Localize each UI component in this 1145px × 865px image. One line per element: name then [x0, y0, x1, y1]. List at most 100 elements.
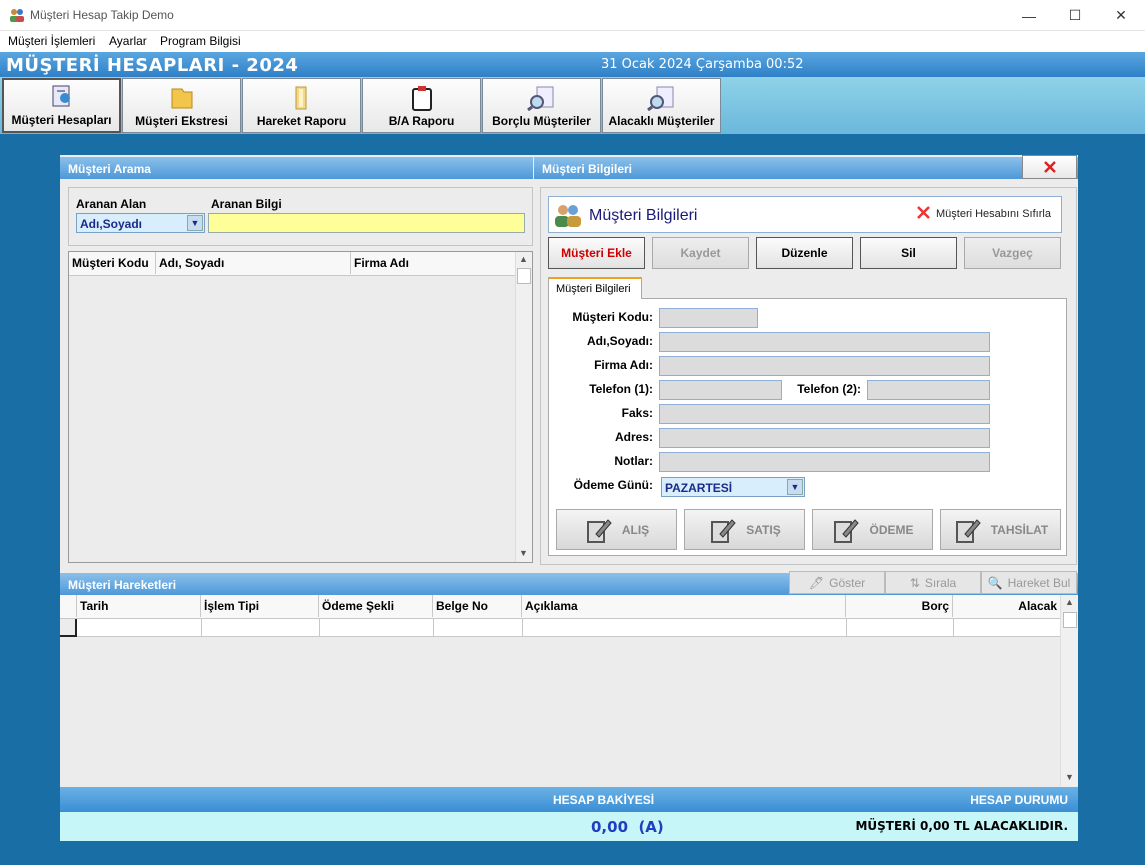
customer-accounts-icon — [52, 85, 70, 107]
title-bar: Müşteri Hesap Takip Demo — ☐ ✕ — [0, 0, 1145, 31]
sort-label: Sırala — [924, 575, 957, 590]
col-debt[interactable]: Borç — [846, 595, 953, 617]
scrollbar-thumb[interactable] — [1063, 612, 1077, 628]
customer-list[interactable]: Müşteri Kodu Adı, Soyadı Firma Adı ▲ ▼ — [68, 251, 533, 563]
close-panel-button[interactable] — [1022, 155, 1077, 179]
fax-field[interactable] — [659, 404, 990, 424]
pencil-note-icon — [834, 518, 860, 543]
balance-header: HESAP BAKİYESİ HESAP DURUMU — [60, 787, 1078, 812]
menu-customer-operations[interactable]: Müşteri İşlemleri — [8, 34, 95, 48]
balance-value: 0,00 (A) — [591, 818, 664, 836]
customers-icon — [555, 205, 581, 227]
search-document-icon — [526, 86, 553, 111]
movements-scrollbar[interactable]: ▲ ▼ — [1060, 595, 1078, 786]
folder-icon — [171, 88, 192, 109]
name-field[interactable] — [659, 332, 990, 352]
search-field-select[interactable]: Adı,Soyadı ▼ — [76, 213, 205, 233]
notes-label: Notlar: — [614, 454, 653, 468]
balance-row: 0,00 (A) MÜŞTERİ 0,00 TL ALACAKLIDIR. — [60, 812, 1078, 841]
customer-list-header: Müşteri Kodu Adı, Soyadı Firma Adı — [69, 252, 515, 276]
collection-label: TAHSİLAT — [990, 522, 1049, 537]
find-movement-button[interactable]: 🔍 Hareket Bul — [981, 571, 1077, 594]
fax-label: Faks: — [621, 406, 653, 420]
minimize-button[interactable]: — — [1006, 0, 1052, 31]
pencil-note-icon — [711, 518, 736, 543]
show-button[interactable]: 🖊 Göster — [789, 571, 885, 594]
col-company[interactable]: Firma Adı — [351, 252, 515, 274]
customer-list-scrollbar[interactable]: ▲ ▼ — [515, 252, 532, 562]
save-button[interactable]: Kaydet — [652, 237, 749, 269]
chevron-down-icon[interactable]: ▼ — [787, 479, 803, 495]
search-info-input[interactable] — [208, 213, 525, 233]
chevron-up-icon[interactable]: ▲ — [1065, 597, 1074, 607]
payment-button[interactable]: ÖDEME — [812, 509, 933, 550]
col-transaction-type[interactable]: İşlem Tipi — [201, 595, 319, 617]
payday-select[interactable]: PAZARTESİ ▼ — [661, 477, 805, 497]
payday-value: PAZARTESİ — [665, 481, 733, 495]
movements-table[interactable]: Tarih İşlem Tipi Ödeme Şekli Belge No Aç… — [60, 595, 1078, 786]
customer-accounts-button[interactable]: Müşteri Hesapları — [2, 78, 121, 133]
debtor-customers-label: Borçlu Müşteriler — [492, 114, 591, 128]
customer-code-field[interactable] — [659, 308, 758, 328]
movement-report-button[interactable]: Hareket Raporu — [242, 78, 361, 133]
reset-x-icon[interactable] — [917, 206, 930, 219]
col-name[interactable]: Adı, Soyadı — [156, 252, 351, 274]
add-customer-button[interactable]: Müşteri Ekle — [548, 237, 645, 269]
notes-field[interactable] — [659, 452, 990, 472]
close-icon: ✕ — [1115, 7, 1127, 23]
payment-label: ÖDEME — [869, 522, 914, 537]
search-field-label: Aranan Alan — [76, 197, 147, 211]
movements-table-header: Tarih İşlem Tipi Ödeme Şekli Belge No Aç… — [60, 595, 1060, 619]
app-header-title: MÜŞTERİ HESAPLARI - 2024 — [6, 55, 299, 76]
col-payment-method[interactable]: Ödeme Şekli — [319, 595, 433, 617]
close-window-button[interactable]: ✕ — [1098, 0, 1144, 31]
pencil-note-icon — [955, 518, 981, 543]
pencil-note-icon — [586, 518, 612, 543]
maximize-button[interactable]: ☐ — [1052, 0, 1098, 31]
col-credit[interactable]: Alacak — [953, 595, 1060, 617]
menu-program-info[interactable]: Program Bilgisi — [160, 34, 241, 48]
ba-report-button[interactable]: B/A Raporu — [362, 78, 481, 133]
col-date[interactable]: Tarih — [77, 595, 201, 617]
col-description[interactable]: Açıklama — [522, 595, 846, 617]
purchase-button[interactable]: ALIŞ — [556, 509, 677, 550]
col-document-no[interactable]: Belge No — [433, 595, 522, 617]
address-label: Adres: — [614, 430, 653, 444]
cancel-button[interactable]: Vazgeç — [964, 237, 1061, 269]
scrollbar-thumb[interactable] — [517, 268, 531, 284]
find-movement-label: Hareket Bul — [1007, 575, 1071, 590]
reset-account-link[interactable]: Müşteri Hesabını Sıfırla — [936, 208, 1051, 220]
phone1-field[interactable] — [659, 380, 782, 400]
chevron-up-icon[interactable]: ▲ — [519, 254, 528, 264]
col-customer-code[interactable]: Müşteri Kodu — [69, 252, 156, 274]
menu-settings[interactable]: Ayarlar — [109, 34, 147, 48]
close-icon — [1043, 161, 1056, 173]
app-header: MÜŞTERİ HESAPLARI - 2024 31 Ocak 2024 Ça… — [0, 52, 1145, 77]
phone2-field[interactable] — [867, 380, 990, 400]
purchase-label: ALIŞ — [621, 522, 650, 537]
creditor-customers-button[interactable]: Alacaklı Müşteriler — [602, 78, 721, 133]
customer-accounts-label: Müşteri Hesapları — [11, 113, 112, 127]
report-folder-icon — [295, 86, 306, 110]
ba-report-label: B/A Raporu — [388, 114, 455, 128]
chevron-down-icon[interactable]: ▼ — [519, 548, 528, 558]
sort-button[interactable]: ⇅ Sırala — [885, 571, 981, 594]
show-label: Göster — [829, 575, 866, 590]
debtor-customers-button[interactable]: Borçlu Müşteriler — [482, 78, 601, 133]
movements-title: Müşteri Hareketleri — [68, 578, 177, 592]
chevron-down-icon[interactable]: ▼ — [187, 215, 203, 231]
edit-button[interactable]: Düzenle — [756, 237, 853, 269]
company-field[interactable] — [659, 356, 990, 376]
payday-label: Ödeme Günü: — [573, 478, 653, 492]
delete-button[interactable]: Sil — [860, 237, 957, 269]
table-row[interactable] — [60, 619, 1060, 637]
chevron-down-icon[interactable]: ▼ — [1065, 772, 1074, 782]
clipboard-icon — [411, 86, 432, 111]
collection-button[interactable]: TAHSİLAT — [940, 509, 1061, 550]
address-field[interactable] — [659, 428, 990, 448]
status-value: MÜŞTERİ 0,00 TL ALACAKLIDIR. — [855, 819, 1068, 833]
status-label: HESAP DURUMU — [970, 793, 1068, 807]
tab-customer-info[interactable]: Müşteri Bilgileri — [548, 277, 642, 299]
customer-statement-button[interactable]: Müşteri Ekstresi — [122, 78, 241, 133]
sale-button[interactable]: SATIŞ — [684, 509, 805, 550]
